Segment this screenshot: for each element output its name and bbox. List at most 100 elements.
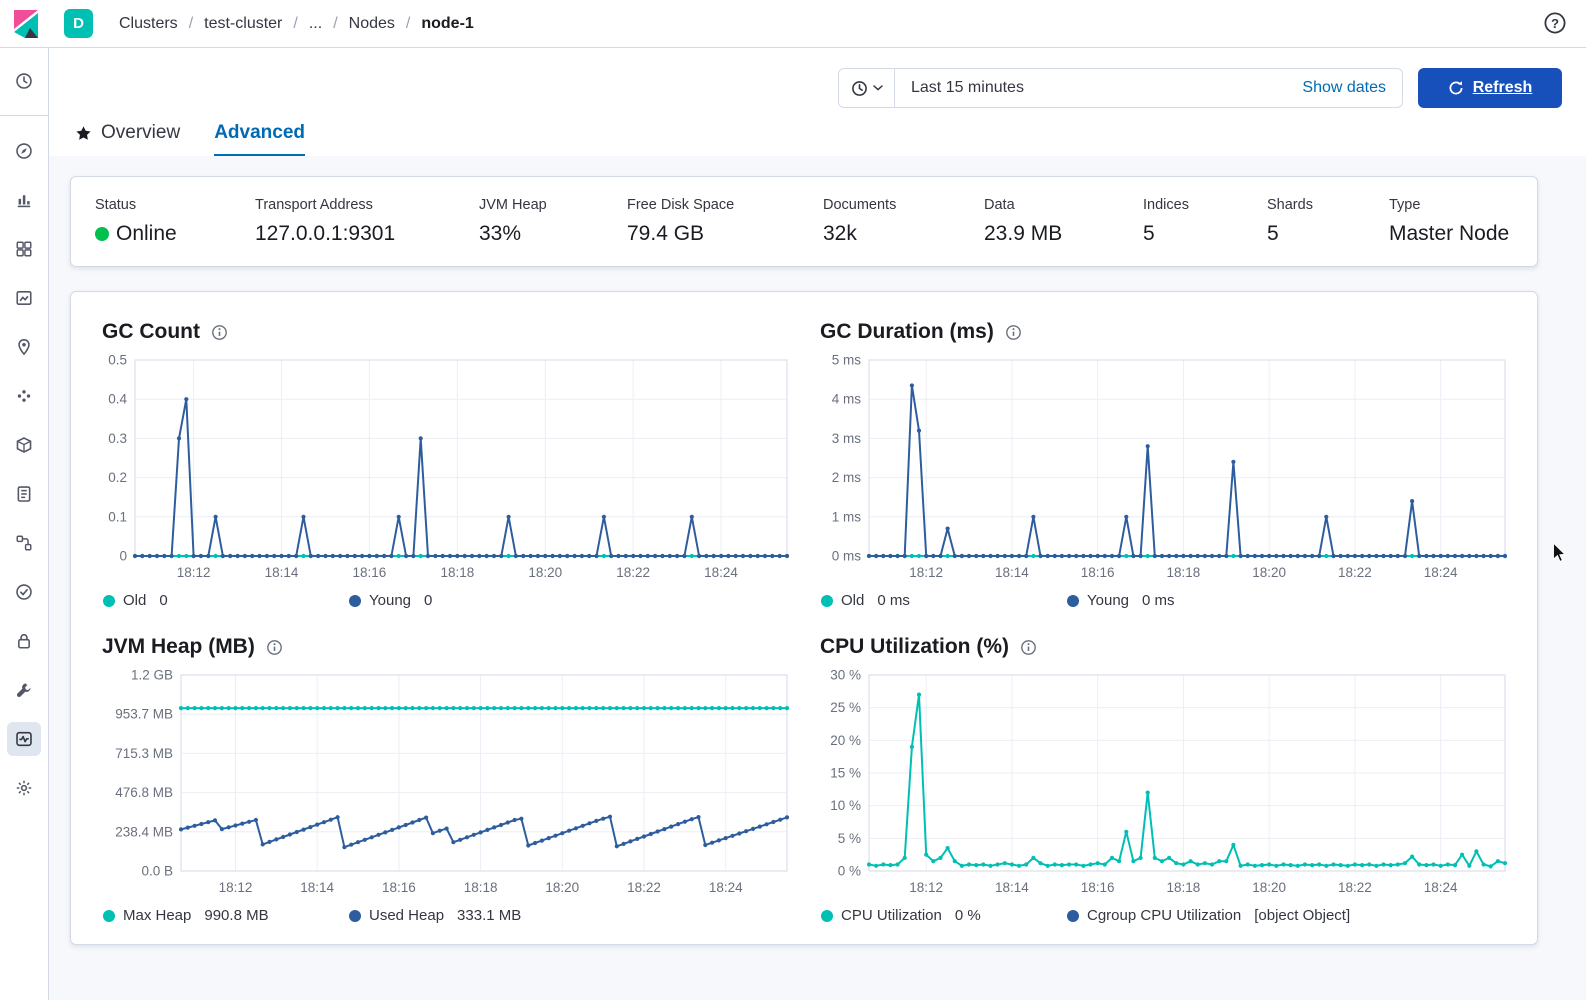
- gc-count-legend: Old0Young0: [101, 592, 791, 609]
- chevron-down-icon: [873, 85, 883, 91]
- y-axis-tick-label: 715.3 MB: [115, 746, 173, 761]
- jvm-heap-chart[interactable]: 0.0 B238.4 MB476.8 MB715.3 MB953.7 MB1.2…: [101, 667, 791, 901]
- visualize-library-icon[interactable]: [7, 183, 41, 217]
- info-icon[interactable]: [1020, 639, 1037, 656]
- stat-shards: Shards5: [1267, 197, 1389, 246]
- legend-value: 0 ms: [1142, 592, 1175, 609]
- stat-value: 23.9 MB: [984, 222, 1143, 246]
- tab-overview-label: Overview: [101, 122, 180, 144]
- refresh-button[interactable]: Refresh: [1418, 68, 1562, 108]
- legend-label: Cgroup CPU Utilization: [1087, 907, 1241, 924]
- maps-icon[interactable]: [7, 330, 41, 364]
- y-axis-tick-label: 0.0 B: [141, 864, 173, 879]
- tab-advanced[interactable]: Advanced: [214, 122, 305, 156]
- x-axis-tick-label: 18:16: [382, 880, 416, 895]
- cpu-utilization-chart[interactable]: 0 %5 %10 %15 %20 %25 %30 %18:1218:1418:1…: [819, 667, 1509, 901]
- info-icon[interactable]: [266, 639, 283, 656]
- help-button[interactable]: ?: [1542, 11, 1568, 37]
- kibana-logo[interactable]: [10, 8, 42, 40]
- y-axis-tick-label: 25 %: [830, 700, 861, 715]
- dev-tools-icon[interactable]: [7, 673, 41, 707]
- observability-overview-icon[interactable]: [7, 134, 41, 168]
- breadcrumb-clusters[interactable]: Clusters: [119, 15, 178, 33]
- dashboards-icon[interactable]: [7, 232, 41, 266]
- legend-label: Young: [1087, 592, 1129, 609]
- x-axis-tick-label: 18:22: [627, 880, 661, 895]
- stat-transport-address: Transport Address127.0.0.1:9301: [255, 197, 479, 246]
- cpu-utilization-chart-title: CPU Utilization (%): [820, 635, 1009, 659]
- machine-learning-icon[interactable]: [7, 379, 41, 413]
- y-axis-tick-label: 15 %: [830, 766, 861, 781]
- show-dates-button[interactable]: Show dates: [1286, 79, 1402, 97]
- time-range-value[interactable]: Last 15 minutes: [895, 79, 1286, 97]
- x-axis-tick-label: 18:14: [300, 880, 334, 895]
- gc-duration-legend: Old0 ms Young 0 ms: [819, 592, 1509, 609]
- x-axis-tick-label: 18:20: [1252, 565, 1286, 580]
- legend-old[interactable]: Old0: [103, 592, 349, 609]
- refresh-label: Refresh: [1473, 79, 1533, 97]
- breadcrumb-nodes[interactable]: Nodes: [349, 15, 395, 33]
- gc-count-chart[interactable]: 00.10.20.30.40.518:1218:1418:1618:1818:2…: [101, 352, 791, 586]
- stat-label: Indices: [1143, 197, 1267, 213]
- x-axis-tick-label: 18:24: [709, 880, 743, 895]
- stack-management-icon[interactable]: [7, 771, 41, 805]
- stat-value: Online: [95, 222, 255, 246]
- legend-cpu-utilization[interactable]: CPU Utilization0 %: [821, 907, 1067, 924]
- chart-title-row: CPU Utilization (%): [820, 635, 1509, 659]
- enterprise-search-icon[interactable]: [7, 428, 41, 462]
- logs-icon[interactable]: [7, 477, 41, 511]
- x-axis-tick-label: 18:16: [1081, 565, 1115, 580]
- y-axis-tick-label: 30 %: [830, 668, 861, 683]
- x-axis-tick-label: 18:14: [265, 565, 299, 580]
- stat-value: 5: [1143, 222, 1267, 246]
- graph-icon[interactable]: [7, 526, 41, 560]
- breadcrumb-separator: /: [333, 15, 337, 33]
- legend-label: Max Heap: [123, 907, 191, 924]
- breadcrumb-[interactable]: ...: [309, 15, 322, 33]
- legend-used-heap[interactable]: Used Heap333.1 MB: [349, 907, 521, 924]
- x-axis-tick-label: 18:18: [1167, 880, 1201, 895]
- legend-dot: [349, 910, 361, 922]
- chart-title-row: JVM Heap (MB): [102, 635, 791, 659]
- stat-label: Free Disk Space: [627, 197, 823, 213]
- gc-duration-series-young: [869, 386, 1505, 557]
- x-axis-tick-label: 18:14: [995, 565, 1029, 580]
- info-icon[interactable]: [1005, 324, 1022, 341]
- x-axis-tick-label: 18:16: [353, 565, 387, 580]
- legend-dot: [1067, 910, 1079, 922]
- node-summary-panel: StatusOnlineTransport Address127.0.0.1:9…: [70, 176, 1538, 267]
- stat-label: Shards: [1267, 197, 1389, 213]
- stack-monitoring-icon[interactable]: [7, 722, 41, 756]
- uptime-icon[interactable]: [7, 575, 41, 609]
- x-axis-tick-label: 18:22: [616, 565, 650, 580]
- tab-overview[interactable]: Overview: [75, 122, 180, 156]
- y-axis-tick-label: 2 ms: [832, 470, 862, 485]
- security-icon[interactable]: [7, 624, 41, 658]
- legend-dot: [821, 910, 833, 922]
- breadcrumb-test-cluster[interactable]: test-cluster: [204, 15, 282, 33]
- legend-young[interactable]: Young 0 ms: [1067, 592, 1175, 609]
- stat-type: TypeMaster Node: [1389, 197, 1509, 246]
- status-online-dot: [95, 227, 109, 241]
- breadcrumb-separator: /: [189, 15, 193, 33]
- legend-dot: [103, 910, 115, 922]
- x-axis-tick-label: 18:20: [528, 565, 562, 580]
- stat-label: Type: [1389, 197, 1509, 213]
- stat-status: StatusOnline: [95, 197, 255, 246]
- time-menu-button[interactable]: [839, 69, 895, 107]
- canvas-icon[interactable]: [7, 281, 41, 315]
- legend-value: 0: [159, 592, 167, 609]
- main-content: Last 15 minutes Show dates Refresh Overv…: [49, 48, 1586, 1000]
- recently-viewed-icon[interactable]: [7, 64, 41, 98]
- legend-cgroup-cpu-utilization[interactable]: Cgroup CPU Utilization[object Object]: [1067, 907, 1350, 924]
- stat-jvm-heap: JVM Heap33%: [479, 197, 627, 246]
- info-icon[interactable]: [211, 324, 228, 341]
- gc-count-chart-title: GC Count: [102, 320, 200, 344]
- gc-duration-chart[interactable]: 0 ms1 ms2 ms3 ms4 ms5 ms18:1218:1418:161…: [819, 352, 1509, 586]
- deployment-badge[interactable]: D: [64, 9, 93, 38]
- y-axis-tick-label: 4 ms: [832, 392, 862, 407]
- legend-max-heap[interactable]: Max Heap990.8 MB: [103, 907, 349, 924]
- legend-old[interactable]: Old0 ms: [821, 592, 1067, 609]
- legend-young[interactable]: Young0: [349, 592, 432, 609]
- y-axis-tick-label: 10 %: [830, 798, 861, 813]
